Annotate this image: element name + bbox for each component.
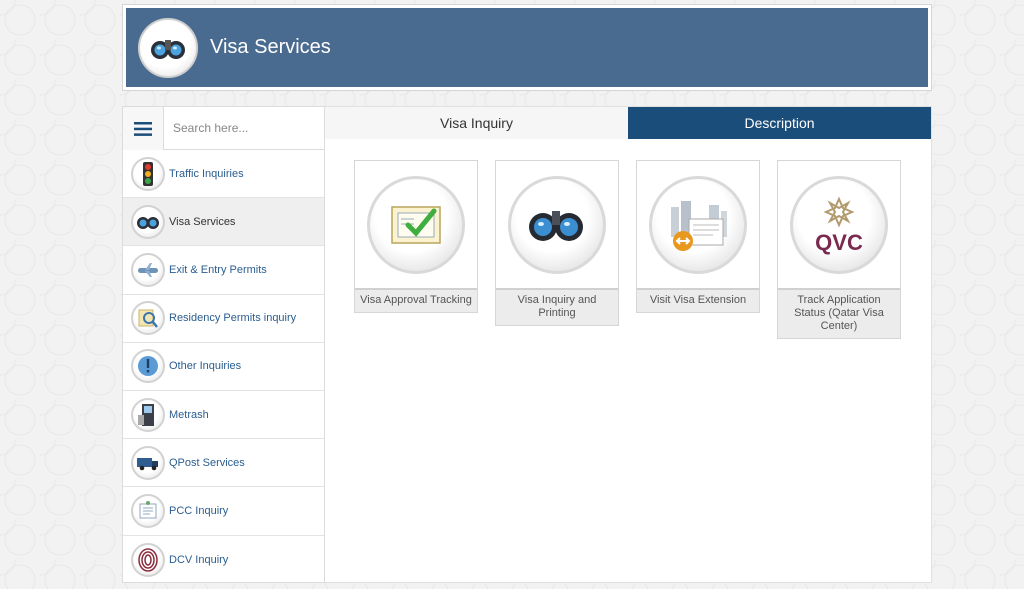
sidebar-item-residency-permits-inquiry[interactable]: Residency Permits inquiry bbox=[123, 295, 324, 343]
sidebar-item-label: Exit & Entry Permits bbox=[169, 263, 267, 276]
sidebar-item-exit-entry-permits[interactable]: Exit & Entry Permits bbox=[123, 246, 324, 295]
certificate-icon bbox=[131, 493, 165, 528]
binoculars-icon bbox=[508, 175, 606, 274]
binoculars-icon bbox=[131, 204, 165, 239]
sidebar-item-dcv-inquiry[interactable]: DCV Inquiry bbox=[123, 536, 324, 584]
sidebar-item-label: Other Inquiries bbox=[169, 360, 242, 373]
visa-extension-icon bbox=[649, 175, 747, 274]
card-image bbox=[496, 161, 618, 288]
tab-bar: Visa Inquiry Description bbox=[325, 107, 931, 139]
card-image bbox=[637, 161, 759, 288]
sidebar-item-label: Residency Permits inquiry bbox=[169, 312, 297, 325]
sidebar-item-label: DCV Inquiry bbox=[169, 553, 229, 566]
exclamation-icon bbox=[131, 349, 165, 384]
card-image: QVC bbox=[778, 161, 900, 288]
qvc-logo-icon: QVC bbox=[790, 175, 888, 274]
fingerprint-icon bbox=[131, 542, 165, 577]
sidebar-item-visa-services[interactable]: Visa Services bbox=[123, 198, 324, 247]
card-visit-visa-extension[interactable]: Visit Visa Extension bbox=[636, 160, 760, 313]
sidebar: Traffic Inquiries Visa Services Exit & E… bbox=[122, 106, 325, 583]
sidebar-item-label: Visa Services bbox=[169, 215, 236, 228]
card-visa-inquiry-printing[interactable]: Visa Inquiry and Printing bbox=[495, 160, 619, 326]
card-track-application-status[interactable]: QVC Track Application Status (Qatar Visa… bbox=[777, 160, 901, 339]
card-label: Visit Visa Extension bbox=[637, 288, 759, 312]
card-label: Track Application Status (Qatar Visa Cen… bbox=[778, 288, 900, 338]
sidebar-item-traffic-inquiries[interactable]: Traffic Inquiries bbox=[123, 150, 324, 199]
header-bar: Visa Services bbox=[126, 8, 928, 87]
traffic-light-icon bbox=[131, 156, 165, 191]
binoculars-icon bbox=[138, 17, 198, 78]
sidebar-item-label: Metrash bbox=[169, 408, 209, 421]
card-image bbox=[355, 161, 477, 288]
delivery-truck-icon bbox=[131, 445, 165, 480]
sidebar-item-other-inquiries[interactable]: Other Inquiries bbox=[123, 343, 324, 391]
card-label: Visa Approval Tracking bbox=[355, 288, 477, 312]
card-visa-approval-tracking[interactable]: Visa Approval Tracking bbox=[354, 160, 478, 313]
sidebar-item-metrash[interactable]: Metrash bbox=[123, 391, 324, 440]
card-label: Visa Inquiry and Printing bbox=[496, 288, 618, 325]
page-header: Visa Services bbox=[122, 4, 932, 91]
tab-description[interactable]: Description bbox=[628, 107, 931, 139]
search-input[interactable] bbox=[164, 107, 324, 149]
tab-visa-inquiry[interactable]: Visa Inquiry bbox=[325, 107, 628, 139]
svg-text:QVC: QVC bbox=[815, 230, 863, 255]
main-panel: Visa Inquiry Description Visa Approval T… bbox=[325, 106, 932, 583]
search-row bbox=[123, 107, 324, 150]
magnifier-icon bbox=[131, 301, 165, 336]
sidebar-item-pcc-inquiry[interactable]: PCC Inquiry bbox=[123, 487, 324, 536]
sidebar-item-label: Traffic Inquiries bbox=[169, 167, 244, 180]
page-title: Visa Services bbox=[210, 36, 331, 58]
hamburger-menu-icon[interactable] bbox=[123, 107, 164, 150]
sidebar-item-qpost-services[interactable]: QPost Services bbox=[123, 439, 324, 488]
airplane-icon bbox=[131, 252, 165, 287]
sidebar-item-label: QPost Services bbox=[169, 456, 245, 469]
approved-document-icon bbox=[367, 175, 465, 274]
sidebar-item-label: PCC Inquiry bbox=[169, 504, 229, 517]
kiosk-icon bbox=[131, 397, 165, 432]
